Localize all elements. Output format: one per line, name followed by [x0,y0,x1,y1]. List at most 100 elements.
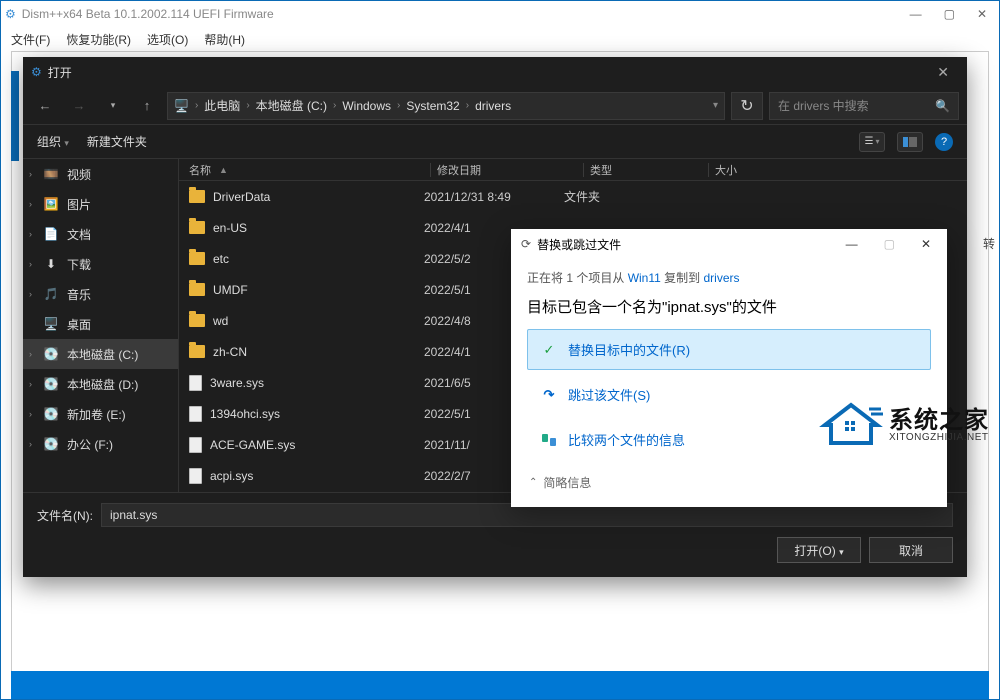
menu-restore[interactable]: 恢复功能(R) [66,31,131,48]
col-type[interactable]: 类型 [590,162,702,178]
back-button[interactable]: ← [31,92,59,120]
copy-titlebar[interactable]: ⟳ 替换或跳过文件 — ▢ ✕ [511,229,947,259]
folder-icon [189,190,205,203]
minimize-button[interactable]: — [910,7,922,21]
recent-button[interactable]: ▾ [99,92,127,120]
dism-menubar: 文件(F) 恢复功能(R) 选项(O) 帮助(H) [1,27,999,51]
crumb-system32[interactable]: System32 [406,99,459,113]
nav-item[interactable]: ›💽本地磁盘 (D:) [23,369,178,399]
filename-label: 文件名(N): [37,507,93,524]
chevron-right-icon: › [333,100,336,111]
pc-icon: 🖥️ [174,99,189,113]
nav-item[interactable]: ›🎞️视频 [23,159,178,189]
copy-conflict-dialog: ⟳ 替换或跳过文件 — ▢ ✕ 正在将 1 个项目从 Win11 复制到 dri… [511,229,947,507]
nav-label: 办公 (F:) [67,436,113,453]
skip-icon: ↷ [540,387,558,403]
crumb-windows[interactable]: Windows [342,99,391,113]
minimize-button[interactable]: — [840,235,864,253]
chevron-right-icon: › [29,199,32,209]
more-details-toggle[interactable]: ⌃ 简略信息 [527,470,931,495]
chevron-right-icon: › [29,379,32,389]
file-name: acpi.sys [210,469,253,483]
replace-option[interactable]: ✓ 替换目标中的文件(R) [527,329,931,370]
list-icon: ☰ [865,136,874,147]
organize-button[interactable]: 组织 ▾ [37,133,69,150]
file-icon [189,437,202,453]
file-type: 文件夹 [564,188,676,205]
up-button[interactable]: ↑ [133,92,161,120]
refresh-button[interactable]: ↻ [731,92,763,120]
file-name: 3ware.sys [210,376,264,390]
open-titlebar[interactable]: ⚙ 打开 ✕ [23,57,967,87]
close-button[interactable]: ✕ [915,235,937,253]
chevron-right-icon: › [29,169,32,179]
column-headers: 名称▲ 修改日期 类型 大小 [179,159,967,181]
newfolder-button[interactable]: 新建文件夹 [87,133,147,150]
nav-item[interactable]: ›💽办公 (F:) [23,429,178,459]
chevron-right-icon: › [29,229,32,239]
copy-icon: ⟳ [521,237,531,251]
forward-button[interactable]: → [65,92,93,120]
nav-item[interactable]: ›⬇下载 [23,249,178,279]
dism-titlebar[interactable]: ⚙ Dism++x64 Beta 10.1.2002.114 UEFI Firm… [1,1,999,27]
close-button[interactable]: ✕ [977,7,987,21]
nav-label: 音乐 [67,286,91,303]
col-size[interactable]: 大小 [715,162,967,178]
view-mode-button[interactable]: ☰▾ [859,132,885,152]
nav-label: 视频 [67,166,91,183]
nav-icon: 💽 [43,407,59,421]
nav-item[interactable]: 🖥️桌面 [23,309,178,339]
preview-pane-button[interactable] [897,132,923,152]
nav-item[interactable]: ›💽本地磁盘 (C:) [23,339,178,369]
nav-item[interactable]: ›🖼️图片 [23,189,178,219]
nav-label: 文档 [67,226,91,243]
crumb-c[interactable]: 本地磁盘 (C:) [256,97,327,114]
nav-icon: ⬇ [43,257,59,271]
help-button[interactable]: ? [935,133,953,151]
nav-item[interactable]: ›🎵音乐 [23,279,178,309]
nav-item[interactable]: › 📄 文档 [23,219,178,249]
chevron-right-icon: › [246,100,249,111]
copy-dst-link[interactable]: drivers [703,271,739,285]
menu-options[interactable]: 选项(O) [147,31,188,48]
nav-icon: 📄 [43,227,59,241]
folder-icon [189,283,205,296]
file-name: zh-CN [213,345,247,359]
menu-help[interactable]: 帮助(H) [204,31,245,48]
close-icon[interactable]: ✕ [927,64,959,81]
open-button[interactable]: 打开(O) ▾ [777,537,861,563]
maximize-button[interactable]: ▢ [944,7,955,21]
dism-title: Dism++x64 Beta 10.1.2002.114 UEFI Firmwa… [22,7,274,21]
file-name: UMDF [213,283,248,297]
nav-icon: 💽 [43,347,59,361]
chevron-right-icon: › [29,259,32,269]
copy-progress-text: 正在将 1 个项目从 Win11 复制到 drivers [527,269,931,286]
open-title: 打开 [48,64,72,81]
house-icon [819,399,883,452]
layout-icon [903,137,917,147]
menu-file[interactable]: 文件(F) [11,31,50,48]
search-input[interactable]: 在 drivers 中搜索 🔍 [769,92,959,120]
nav-item[interactable]: ›💽新加卷 (E:) [23,399,178,429]
nav-row: ← → ▾ ↑ 🖥️ › 此电脑 › 本地磁盘 (C:) › Windows ›… [23,87,967,125]
col-date[interactable]: 修改日期 [437,162,577,178]
file-name: en-US [213,221,247,235]
chevron-right-icon: › [29,349,32,359]
col-name[interactable]: 名称▲ [189,162,424,178]
folder-icon [189,252,205,265]
file-row[interactable]: DriverData2021/12/31 8:49文件夹 [179,181,967,212]
cancel-button[interactable]: 取消 [869,537,953,563]
nav-icon: 💽 [43,377,59,391]
watermark-en: XITONGZHIJIA.NET [889,433,989,443]
copy-src-link[interactable]: Win11 [628,271,661,285]
crumb-pc[interactable]: 此电脑 [204,97,240,114]
file-icon [189,406,202,422]
gear-icon: ⚙ [5,7,16,21]
crumb-drivers[interactable]: drivers [475,99,511,113]
refresh-icon: ↻ [740,96,753,116]
chevron-down-icon[interactable]: ▾ [713,100,718,111]
breadcrumb[interactable]: 🖥️ › 此电脑 › 本地磁盘 (C:) › Windows › System3… [167,92,725,120]
copy-title-text: 替换或跳过文件 [537,236,621,253]
maximize-button[interactable]: ▢ [878,235,901,253]
file-name: wd [213,314,228,328]
